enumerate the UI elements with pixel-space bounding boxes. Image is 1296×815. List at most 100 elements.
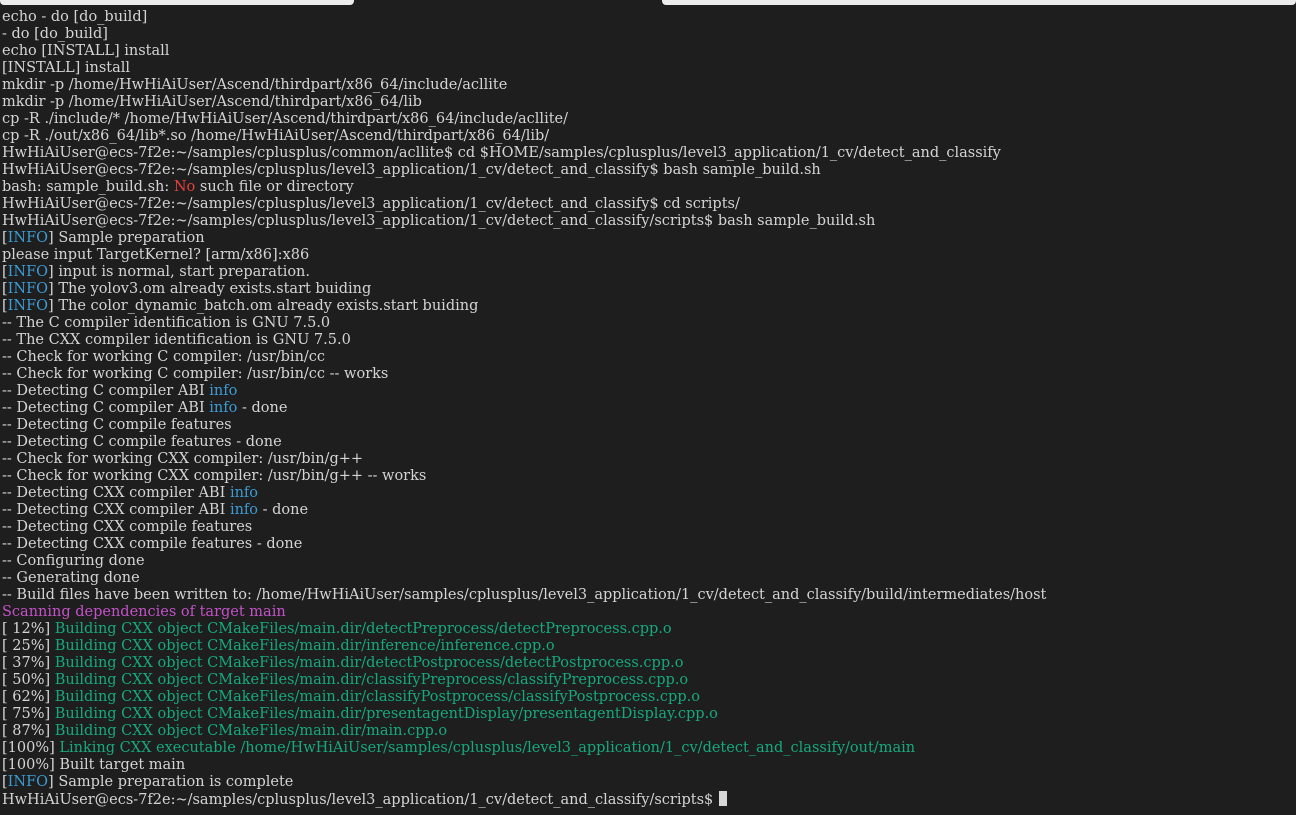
- text-segment: -- Check for working C compiler: /usr/bi…: [2, 349, 326, 365]
- text-segment: cp -R ./out/x86_64/lib*.so /home/HwHiAiU…: [2, 128, 550, 144]
- text-segment: [100%] Built target main: [2, 757, 186, 773]
- window-top-strip: [0, 0, 1296, 5]
- terminal-line: [INFO] input is normal, start preparatio…: [2, 264, 1296, 281]
- terminal-line: -- Configuring done: [2, 553, 1296, 570]
- text-segment: mkdir -p /home/HwHiAiUser/Ascend/thirdpa…: [2, 77, 508, 93]
- terminal-line: [INFO] Sample preparation is complete: [2, 774, 1296, 791]
- colored-text-segment: Building CXX object CMakeFiles/main.dir/…: [54, 723, 448, 739]
- terminal-line: [INFO] The color_dynamic_batch.om alread…: [2, 298, 1296, 315]
- text-segment: -- Detecting CXX compiler ABI: [2, 485, 230, 501]
- terminal-line: [ 12%] Building CXX object CMakeFiles/ma…: [2, 621, 1296, 638]
- text-segment: -- Detecting CXX compile features - done: [2, 536, 303, 552]
- text-segment: -- Detecting CXX compile features: [2, 519, 253, 535]
- text-segment: -- Build files have been written to: /ho…: [2, 587, 1047, 603]
- top-strip-right-segment: [662, 0, 1296, 5]
- text-segment: - done: [237, 400, 288, 416]
- terminal-line: -- Check for working C compiler: /usr/bi…: [2, 366, 1296, 383]
- text-segment: HwHiAiUser@ecs-7f2e:~/samples/cplusplus/…: [2, 213, 876, 229]
- terminal-line: HwHiAiUser@ecs-7f2e:~/samples/cplusplus/…: [2, 162, 1296, 179]
- text-segment: -- Configuring done: [2, 553, 145, 569]
- terminal-line: -- Detecting C compile features: [2, 417, 1296, 434]
- terminal-line: -- Detecting CXX compiler ABI info - don…: [2, 502, 1296, 519]
- terminal-line: echo - do [do_build]: [2, 9, 1296, 26]
- text-segment: bash: sample_build.sh:: [2, 179, 174, 195]
- terminal-line: mkdir -p /home/HwHiAiUser/Ascend/thirdpa…: [2, 77, 1296, 94]
- text-segment: -- Detecting C compile features - done: [2, 434, 282, 450]
- text-segment: HwHiAiUser@ecs-7f2e:~/samples/cplusplus/…: [2, 196, 740, 212]
- text-segment: HwHiAiUser@ecs-7f2e:~/samples/cplusplus/…: [2, 145, 1001, 161]
- text-segment: - done: [258, 502, 309, 518]
- colored-text-segment: INFO: [7, 264, 49, 280]
- text-segment: cp -R ./include/* /home/HwHiAiUser/Ascen…: [2, 111, 569, 127]
- terminal-line: -- Check for working C compiler: /usr/bi…: [2, 349, 1296, 366]
- text-segment: HwHiAiUser@ecs-7f2e:~/samples/cplusplus/…: [2, 162, 821, 178]
- text-segment: echo [INSTALL] install: [2, 43, 170, 59]
- terminal-output: echo - do [do_build] - do [do_build] echo …: [2, 9, 1296, 808]
- terminal-line: mkdir -p /home/HwHiAiUser/Ascend/thirdpa…: [2, 94, 1296, 111]
- text-segment: please input TargetKernel? [arm/x86]:x86: [2, 247, 310, 263]
- text-segment: -- Check for working CXX compiler: /usr/…: [2, 468, 427, 484]
- colored-text-segment: INFO: [7, 774, 49, 790]
- text-cursor: [718, 791, 727, 806]
- terminal-line: -- The C compiler identification is GNU …: [2, 315, 1296, 332]
- colored-text-segment: No: [173, 179, 196, 195]
- terminal-line: [ 62%] Building CXX object CMakeFiles/ma…: [2, 689, 1296, 706]
- terminal-line: cp -R ./out/x86_64/lib*.so /home/HwHiAiU…: [2, 128, 1296, 145]
- terminal-line: HwHiAiUser@ecs-7f2e:~/samples/cplusplus/…: [2, 145, 1296, 162]
- text-segment: -- The CXX compiler identification is GN…: [2, 332, 351, 348]
- text-segment: [INSTALL] install: [2, 60, 131, 76]
- colored-text-segment: INFO: [7, 230, 49, 246]
- text-segment: [ 37%]: [2, 655, 55, 671]
- text-segment: ] The yolov3.om already exists.start bui…: [48, 281, 372, 297]
- terminal-line: -- Generating done: [2, 570, 1296, 587]
- prompt-line[interactable]: HwHiAiUser@ecs-7f2e:~/samples/cplusplus/…: [2, 791, 1296, 808]
- terminal-line: -- Check for working CXX compiler: /usr/…: [2, 468, 1296, 485]
- terminal-line: -- Detecting C compile features - done: [2, 434, 1296, 451]
- colored-text-segment: info: [229, 485, 259, 501]
- terminal-line: [ 25%] Building CXX object CMakeFiles/ma…: [2, 638, 1296, 655]
- terminal-line: -- Detecting C compiler ABI info: [2, 383, 1296, 400]
- terminal-line: -- Detecting CXX compiler ABI info: [2, 485, 1296, 502]
- colored-text-segment: info: [229, 502, 259, 518]
- terminal-window[interactable]: echo - do [do_build] - do [do_build] echo …: [0, 0, 1296, 815]
- text-segment: -- Detecting C compile features: [2, 417, 232, 433]
- text-segment: [ 87%]: [2, 723, 55, 739]
- text-segment: -- The C compiler identification is GNU …: [2, 315, 331, 331]
- text-segment: ] Sample preparation is complete: [48, 774, 294, 790]
- terminal-line: -- Build files have been written to: /ho…: [2, 587, 1296, 604]
- text-segment: - do [do_build]: [2, 26, 108, 42]
- terminal-line: -- Detecting CXX compile features - done: [2, 536, 1296, 553]
- terminal-line: [INFO] The yolov3.om already exists.star…: [2, 281, 1296, 298]
- terminal-line: [ 37%] Building CXX object CMakeFiles/ma…: [2, 655, 1296, 672]
- terminal-line: [INSTALL] install: [2, 60, 1296, 77]
- terminal-line: please input TargetKernel? [arm/x86]:x86: [2, 247, 1296, 264]
- colored-text-segment: Building CXX object CMakeFiles/main.dir/…: [54, 706, 718, 722]
- text-segment: mkdir -p /home/HwHiAiUser/Ascend/thirdpa…: [2, 94, 422, 110]
- terminal-line: [ 50%] Building CXX object CMakeFiles/ma…: [2, 672, 1296, 689]
- terminal-line: -- Detecting CXX compile features: [2, 519, 1296, 536]
- terminal-line: Scanning dependencies of target main: [2, 604, 1296, 621]
- terminal-line: cp -R ./include/* /home/HwHiAiUser/Ascen…: [2, 111, 1296, 128]
- terminal-line: [INFO] Sample preparation: [2, 230, 1296, 247]
- text-segment: [ 12%]: [2, 621, 55, 637]
- text-segment: -- Detecting C compiler ABI: [2, 400, 210, 416]
- text-segment: [ 50%]: [2, 672, 55, 688]
- text-segment: -- Check for working C compiler: /usr/bi…: [2, 366, 389, 382]
- colored-text-segment: Building CXX object CMakeFiles/main.dir/…: [54, 672, 689, 688]
- terminal-line: -- Detecting C compiler ABI info - done: [2, 400, 1296, 417]
- colored-text-segment: info: [209, 383, 238, 399]
- colored-text-segment: Building CXX object CMakeFiles/main.dir/…: [54, 621, 672, 637]
- text-segment: such file or directory: [195, 179, 354, 195]
- text-segment: -- Generating done: [2, 570, 140, 586]
- text-segment: ] input is normal, start preparation.: [48, 264, 311, 280]
- text-segment: [ 25%]: [2, 638, 55, 654]
- text-segment: [ 75%]: [2, 706, 55, 722]
- terminal-line: [ 75%] Building CXX object CMakeFiles/ma…: [2, 706, 1296, 723]
- text-segment: [100%]: [2, 740, 60, 756]
- text-segment: ] The color_dynamic_batch.om already exi…: [48, 298, 479, 314]
- terminal-line: [ 87%] Building CXX object CMakeFiles/ma…: [2, 723, 1296, 740]
- terminal-line: echo [INSTALL] install: [2, 43, 1296, 60]
- text-segment: echo - do [do_build]: [2, 9, 148, 25]
- terminal-line: -- Check for working CXX compiler: /usr/…: [2, 451, 1296, 468]
- terminal-line: bash: sample_build.sh: No such file or d…: [2, 179, 1296, 196]
